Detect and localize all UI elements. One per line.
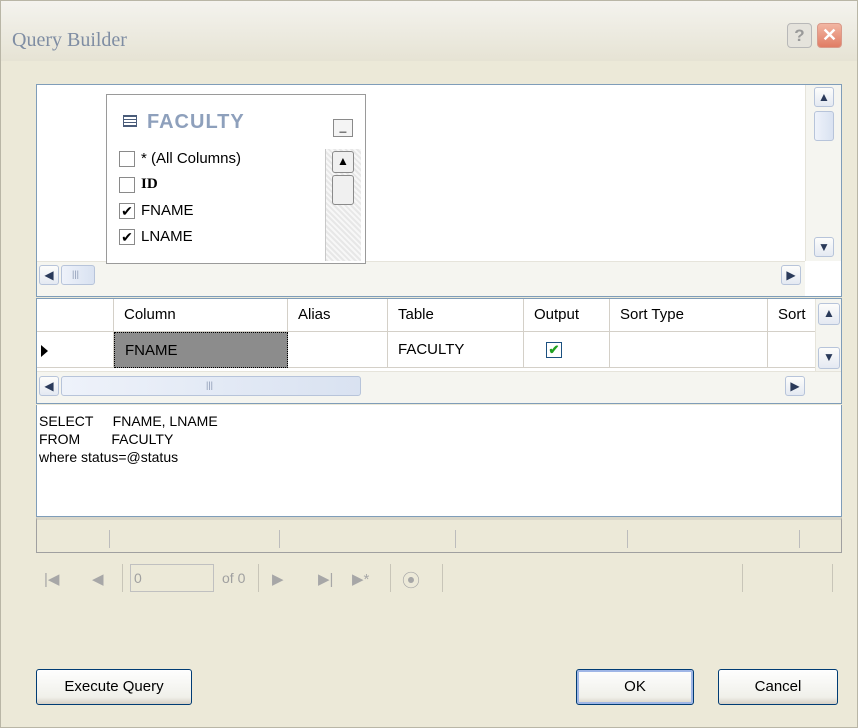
navigator-divider bbox=[442, 564, 443, 592]
column-label: * (All Columns) bbox=[141, 150, 242, 167]
column-row[interactable]: ✔ FNAME bbox=[109, 199, 321, 225]
output-checkbox-checked[interactable]: ✔ bbox=[546, 342, 562, 358]
grip-icon: ||| bbox=[206, 380, 214, 390]
header-alias[interactable]: Alias bbox=[288, 299, 388, 331]
execute-query-button[interactable]: Execute Query bbox=[36, 669, 192, 705]
cell-table[interactable]: FACULTY bbox=[388, 332, 524, 368]
column-list: * (All Columns) ID ✔ FNAME ✔ LNAME bbox=[109, 147, 321, 263]
table-card-title: FACULTY bbox=[147, 111, 245, 133]
cancel-button[interactable]: Cancel bbox=[718, 669, 838, 705]
minimize-icon[interactable]: _ bbox=[333, 119, 353, 137]
column-label: FNAME bbox=[141, 202, 194, 219]
record-position-input[interactable]: 0 bbox=[130, 564, 214, 592]
table-icon bbox=[123, 115, 137, 127]
cell-output[interactable]: ✔ bbox=[524, 332, 610, 368]
record-count-label: of 0 bbox=[222, 570, 246, 586]
scroll-thumb[interactable]: ||| bbox=[61, 265, 95, 285]
ok-button[interactable]: OK bbox=[576, 669, 694, 705]
title-bar: Query Builder ? ✕ bbox=[1, 1, 857, 61]
cell-sort-type[interactable] bbox=[610, 332, 768, 368]
header-output[interactable]: Output bbox=[524, 299, 610, 331]
cell-alias[interactable] bbox=[288, 332, 388, 368]
new-record-icon[interactable]: ▶* bbox=[352, 570, 369, 588]
results-column-divider bbox=[627, 530, 628, 548]
column-checkbox-checked[interactable]: ✔ bbox=[119, 229, 135, 245]
column-label: ID bbox=[141, 176, 158, 192]
header-sort[interactable]: Sort bbox=[768, 299, 815, 331]
scroll-thumb[interactable] bbox=[332, 175, 354, 205]
diagram-vertical-scrollbar[interactable]: ▲ ▼ bbox=[805, 85, 841, 261]
scroll-down-icon[interactable]: ▼ bbox=[818, 347, 840, 369]
first-record-icon[interactable]: |◀ bbox=[44, 570, 59, 588]
results-pane[interactable] bbox=[36, 517, 842, 553]
navigator-divider bbox=[258, 564, 259, 592]
previous-record-icon[interactable]: ◀ bbox=[92, 570, 104, 588]
cell-sort[interactable] bbox=[768, 332, 815, 368]
window-title: Query Builder bbox=[12, 29, 127, 51]
scroll-down-icon[interactable]: ▼ bbox=[814, 237, 834, 257]
last-record-icon[interactable]: ▶| bbox=[318, 570, 333, 588]
grid-horizontal-scrollbar[interactable]: ◀ ||| ▶ bbox=[37, 371, 841, 403]
scroll-thumb[interactable] bbox=[814, 111, 834, 141]
sql-line: SELECT FNAME, LNAME bbox=[39, 413, 218, 429]
help-icon[interactable]: ? bbox=[787, 23, 812, 48]
scroll-left-icon[interactable]: ◀ bbox=[39, 376, 59, 396]
column-checkbox[interactable] bbox=[119, 177, 135, 193]
column-row[interactable]: ID bbox=[109, 173, 321, 199]
navigator-divider bbox=[742, 564, 743, 592]
navigator-divider bbox=[390, 564, 391, 592]
current-row-icon bbox=[41, 345, 48, 357]
scroll-left-icon[interactable]: ◀ bbox=[39, 265, 59, 285]
navigator-divider bbox=[832, 564, 833, 592]
header-sort-type[interactable]: Sort Type bbox=[610, 299, 768, 331]
navigator-divider bbox=[122, 564, 123, 592]
record-navigator: |◀ ◀ 0 of 0 ▶ ▶| ▶* ⦿ bbox=[36, 556, 842, 600]
column-row[interactable]: ✔ LNAME bbox=[109, 225, 321, 251]
grip-icon: ||| bbox=[72, 269, 80, 279]
cancel-record-icon[interactable]: ⦿ bbox=[402, 567, 420, 593]
diagram-horizontal-scrollbar[interactable]: ◀ ||| ▶ bbox=[37, 261, 805, 296]
sql-line: FROM FACULTY bbox=[39, 431, 174, 447]
header-column[interactable]: Column bbox=[114, 299, 288, 331]
results-column-divider bbox=[799, 530, 800, 548]
table-card-scrollbar[interactable]: ▲ bbox=[325, 149, 361, 261]
column-checkbox-checked[interactable]: ✔ bbox=[119, 203, 135, 219]
header-table[interactable]: Table bbox=[388, 299, 524, 331]
table-card-header[interactable]: FACULTY _ bbox=[107, 95, 365, 147]
table-card-faculty[interactable]: FACULTY _ * (All Columns) ID ✔ FNAME ✔ L… bbox=[106, 94, 366, 264]
scroll-right-icon[interactable]: ▶ bbox=[785, 376, 805, 396]
grid-header: Column Alias Table Output Sort Type Sort bbox=[37, 299, 815, 332]
column-label: LNAME bbox=[141, 228, 193, 245]
column-row[interactable]: * (All Columns) bbox=[109, 147, 321, 173]
scroll-up-icon[interactable]: ▲ bbox=[814, 87, 834, 107]
next-record-icon[interactable]: ▶ bbox=[272, 570, 284, 588]
criteria-grid: Column Alias Table Output Sort Type Sort… bbox=[36, 298, 842, 404]
row-header-corner bbox=[37, 299, 114, 331]
sql-line: where status=@status bbox=[39, 449, 179, 465]
scroll-thumb[interactable]: ||| bbox=[61, 376, 361, 396]
table-row[interactable]: FNAME FACULTY ✔ bbox=[37, 332, 815, 368]
cell-column[interactable]: FNAME bbox=[114, 332, 288, 368]
scroll-up-icon[interactable]: ▲ bbox=[332, 151, 354, 173]
scroll-up-icon[interactable]: ▲ bbox=[818, 303, 840, 325]
scroll-right-icon[interactable]: ▶ bbox=[781, 265, 801, 285]
close-icon[interactable]: ✕ bbox=[817, 23, 842, 48]
results-column-divider bbox=[279, 530, 280, 548]
sql-pane[interactable]: SELECT FNAME, LNAME FROM FACULTY where s… bbox=[36, 405, 842, 517]
grid-vertical-scrollbar[interactable]: ▲ ▼ bbox=[815, 299, 841, 371]
results-column-divider bbox=[109, 530, 110, 548]
column-checkbox[interactable] bbox=[119, 151, 135, 167]
row-selector[interactable] bbox=[37, 332, 114, 368]
results-column-divider bbox=[455, 530, 456, 548]
